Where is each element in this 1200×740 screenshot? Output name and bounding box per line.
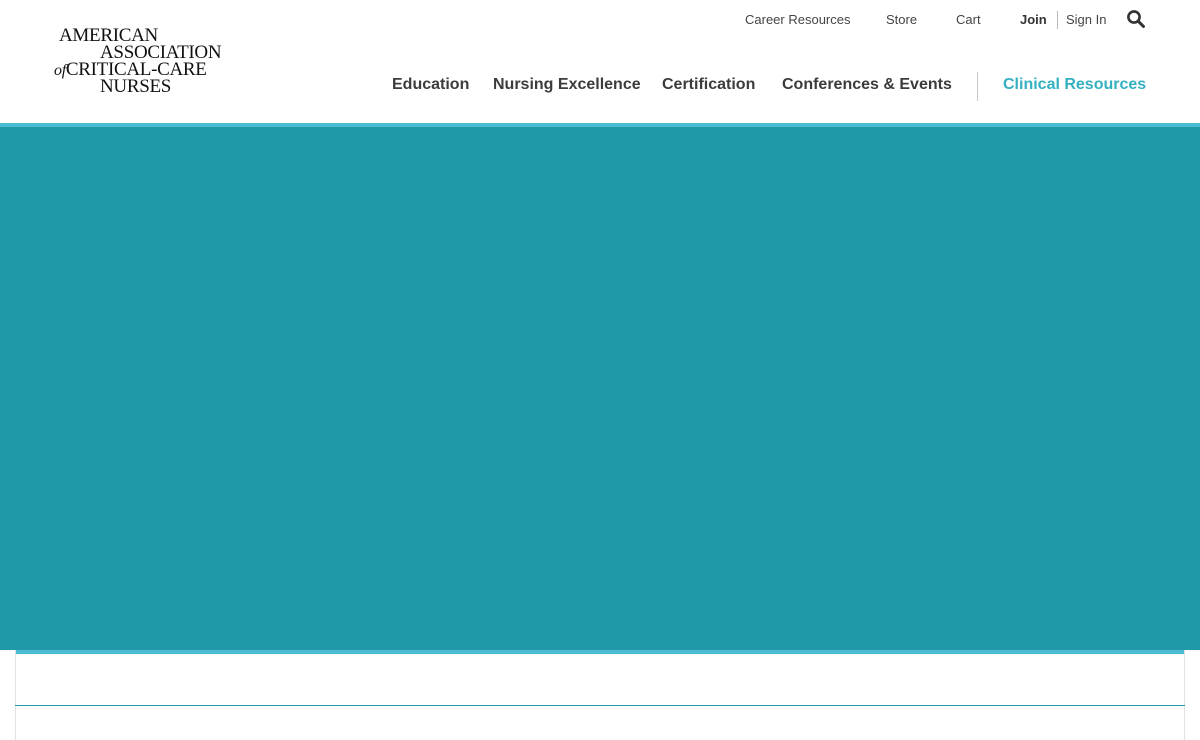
store-link[interactable]: Store [886,12,917,32]
nav-divider [977,72,978,101]
nav-clinical-resources[interactable]: Clinical Resources [1003,76,1146,98]
site-header: AMERICAN ASSOCIATION ofCRITICAL-CARE NUR… [0,0,1200,123]
join-link[interactable]: Join [1020,12,1047,32]
logo-of: of [54,62,66,79]
aacn-logo[interactable]: AMERICAN ASSOCIATION ofCRITICAL-CARE NUR… [54,26,244,97]
career-resources-link[interactable]: Career Resources [745,12,851,32]
card-divider-line [15,705,1185,706]
sign-in-link[interactable]: Sign In [1066,12,1106,32]
logo-line-nurses: NURSES [100,76,172,97]
nav-education[interactable]: Education [392,76,469,98]
card-right-border [1184,650,1185,740]
nav-certification[interactable]: Certification [662,76,755,98]
nav-nursing-excellence[interactable]: Nursing Excellence [493,76,641,98]
content-card [15,650,1185,740]
nav-conferences-events[interactable]: Conferences & Events [782,76,952,98]
hero-banner [0,127,1200,650]
cart-link[interactable]: Cart [956,12,981,32]
card-top-accent [15,650,1185,654]
utility-divider [1057,11,1058,29]
search-icon[interactable] [1126,9,1146,29]
card-left-border [15,650,16,740]
